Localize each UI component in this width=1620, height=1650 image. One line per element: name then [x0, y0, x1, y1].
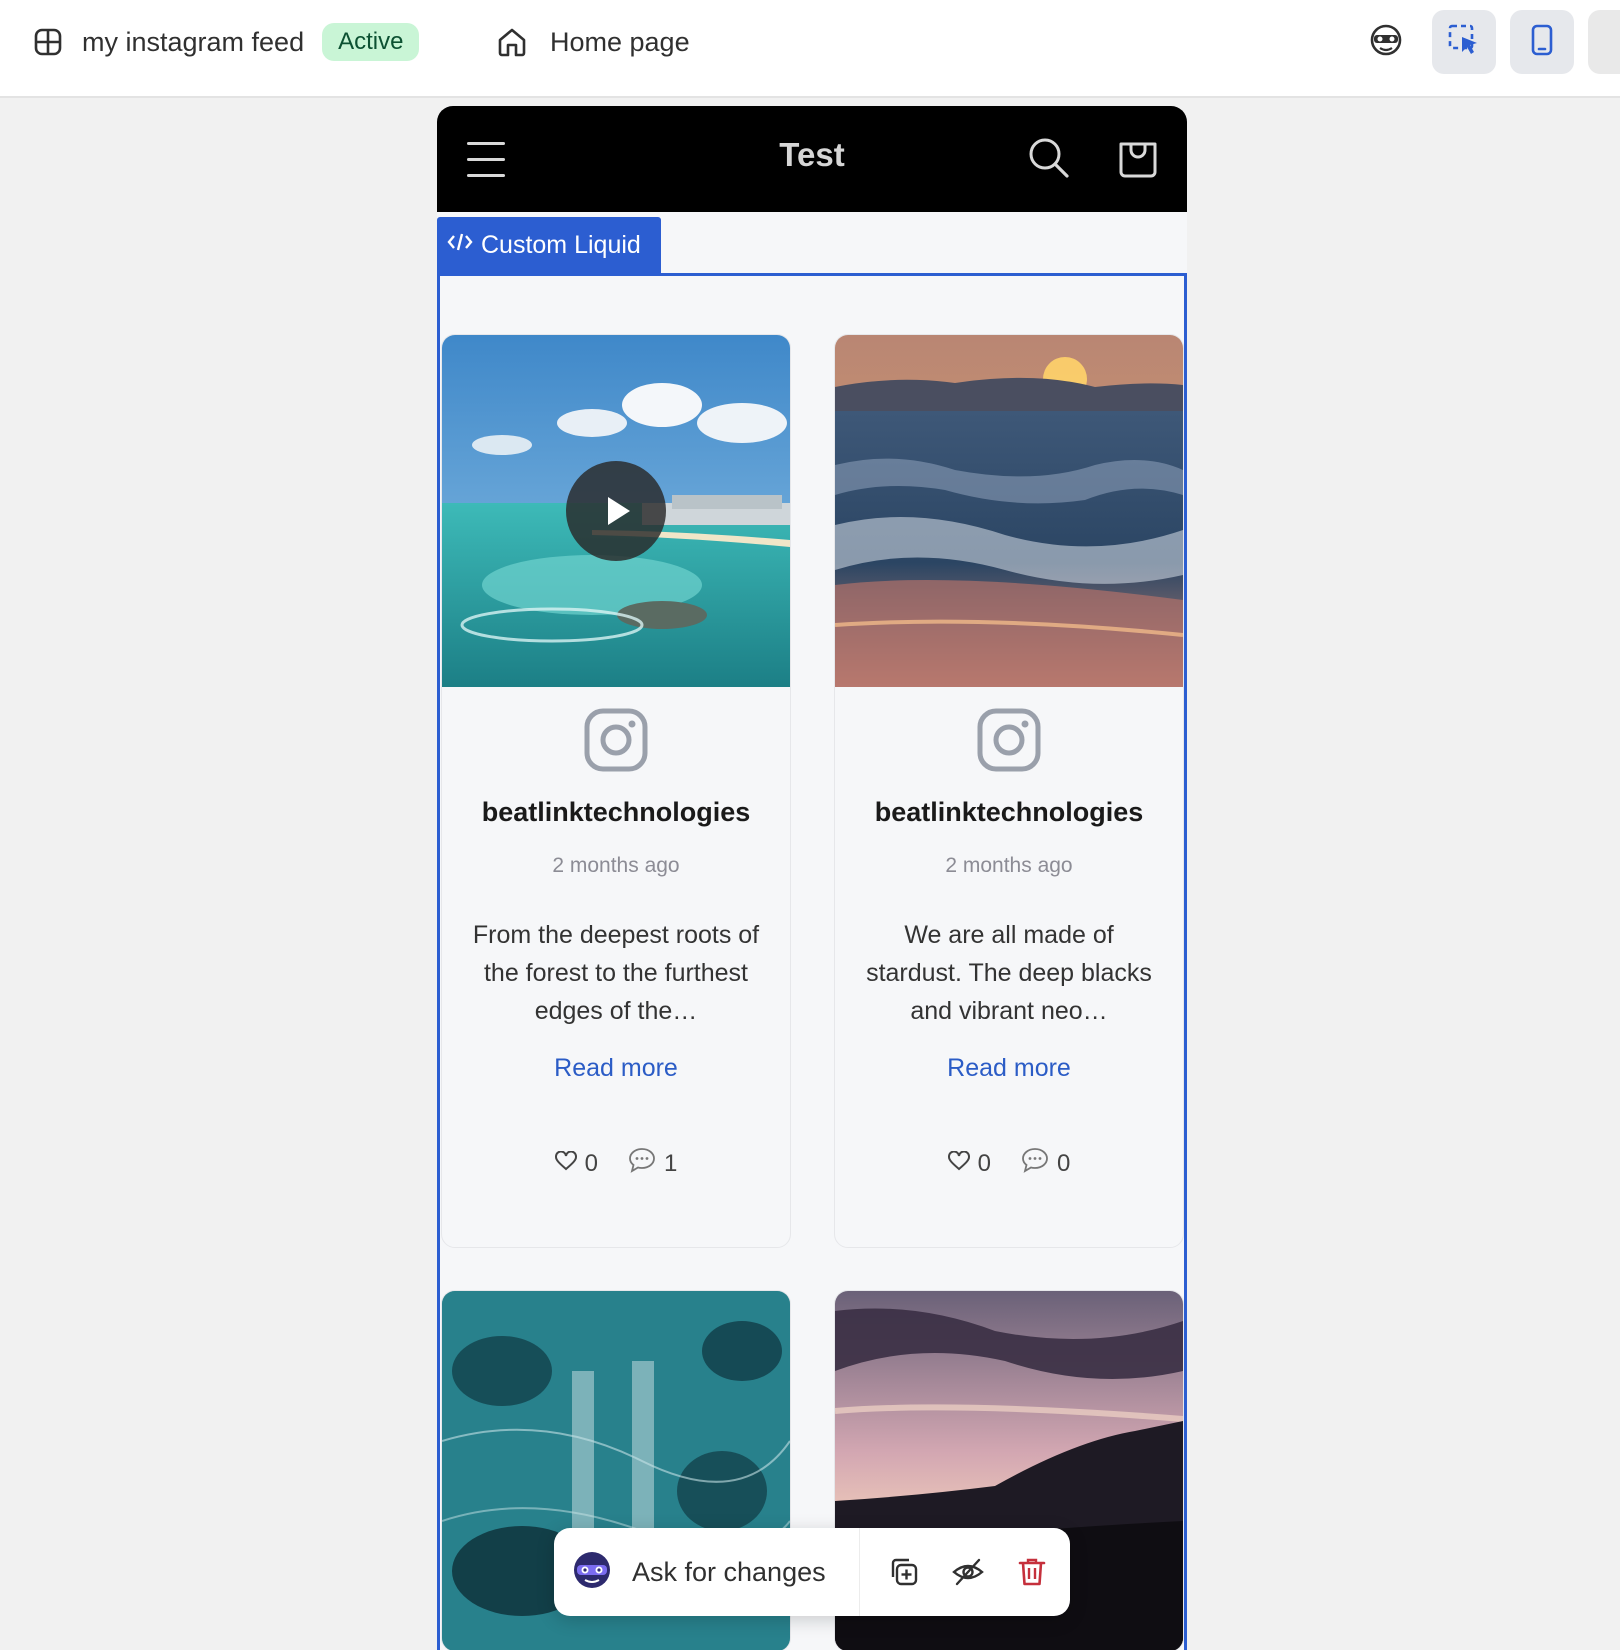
- hide-eye-icon[interactable]: [950, 1554, 986, 1590]
- topbar-actions: [1354, 10, 1620, 74]
- comments-count: 1: [664, 1149, 678, 1177]
- section-label: Custom Liquid: [481, 230, 641, 259]
- section-label-tag[interactable]: Custom Liquid: [437, 217, 661, 273]
- likes-count: 0: [977, 1149, 991, 1177]
- status-badge: Active: [322, 23, 420, 61]
- post-stats: 0 1: [442, 1147, 790, 1180]
- more-button[interactable]: [1588, 10, 1620, 74]
- inspector-toggle-button[interactable]: [1432, 10, 1496, 74]
- read-more-link[interactable]: Read more: [835, 1054, 1183, 1083]
- code-icon: [447, 231, 473, 260]
- page-selector[interactable]: Home page: [494, 20, 690, 64]
- comments-stat: 0: [1021, 1147, 1070, 1180]
- delete-trash-icon[interactable]: [1014, 1554, 1050, 1590]
- layout-icon: [30, 24, 66, 60]
- likes-stat: 0: [554, 1149, 598, 1178]
- ask-for-changes-button[interactable]: Ask for changes: [554, 1528, 860, 1616]
- search-icon[interactable]: [1027, 136, 1071, 185]
- play-button[interactable]: [566, 461, 666, 561]
- assistant-button[interactable]: [1354, 10, 1418, 74]
- post-caption: From the deepest roots of the forest to …: [472, 921, 760, 1025]
- page-name: Home page: [550, 26, 690, 57]
- storefront-preview: Test Custom Liquid beatlinktechnologies …: [437, 106, 1187, 1650]
- post-author[interactable]: beatlinktechnologies: [835, 797, 1183, 828]
- post-time: 2 months ago: [945, 854, 1073, 877]
- comment-icon: [1021, 1147, 1049, 1180]
- instagram-icon: [583, 707, 649, 773]
- comments-count: 0: [1057, 1149, 1071, 1177]
- instagram-post-card[interactable]: beatlinktechnologies 2 months ago We are…: [834, 334, 1184, 1248]
- heart-icon: [554, 1149, 577, 1178]
- home-icon: [494, 24, 530, 60]
- mascot-icon: [1369, 23, 1403, 62]
- instagram-post-card[interactable]: beatlinktechnologies 2 months ago From t…: [441, 334, 791, 1248]
- comment-icon: [628, 1147, 656, 1180]
- mobile-view-button[interactable]: [1510, 10, 1574, 74]
- feed-name: my instagram feed: [82, 26, 305, 57]
- select-cursor-icon: [1447, 23, 1481, 62]
- store-header: Test: [437, 106, 1187, 212]
- editor-topbar: my instagram feed Active Home page: [0, 0, 1620, 98]
- cart-icon[interactable]: [1116, 136, 1160, 185]
- assistant-avatar-icon: [572, 1550, 612, 1595]
- heart-icon: [947, 1149, 970, 1178]
- post-author[interactable]: beatlinktechnologies: [442, 797, 790, 828]
- duplicate-icon[interactable]: [886, 1554, 922, 1590]
- post-caption: We are all made of stardust. The deep bl…: [866, 921, 1152, 1025]
- store-title[interactable]: Test: [437, 136, 1187, 174]
- feed-selector[interactable]: my instagram feed Active: [30, 20, 420, 64]
- section-tools: [886, 1554, 1050, 1590]
- mobile-device-icon: [1527, 23, 1557, 62]
- comments-stat: 1: [628, 1147, 677, 1180]
- post-time: 2 months ago: [552, 854, 680, 877]
- post-image[interactable]: [442, 335, 790, 687]
- post-image[interactable]: [835, 335, 1183, 687]
- likes-count: 0: [584, 1149, 598, 1177]
- ask-for-changes-label: Ask for changes: [632, 1556, 826, 1587]
- play-icon: [596, 491, 636, 531]
- instagram-icon: [976, 707, 1042, 773]
- section-action-bar: Ask for changes: [554, 1528, 1070, 1616]
- likes-stat: 0: [947, 1149, 991, 1178]
- post-stats: 0 0: [835, 1147, 1183, 1180]
- read-more-link[interactable]: Read more: [442, 1054, 790, 1083]
